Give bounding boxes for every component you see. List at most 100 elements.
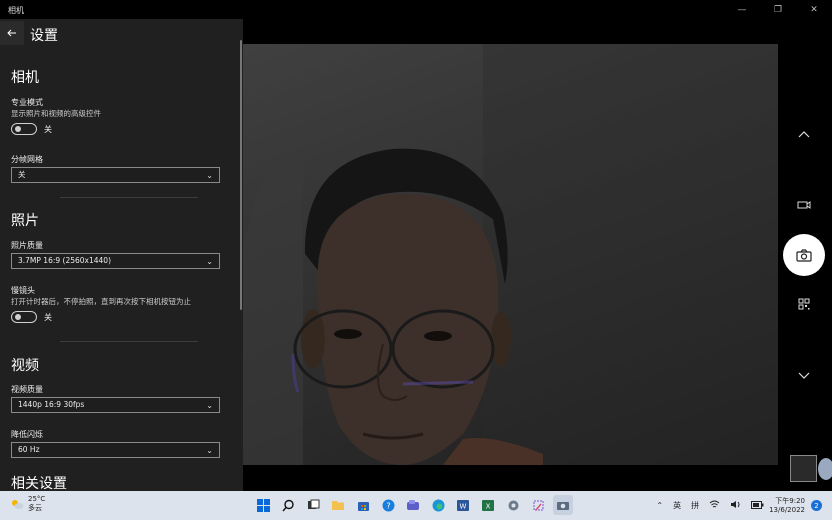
chevron-down-icon: ⌄ (206, 171, 213, 180)
photo-quality-label: 照片质量 (11, 241, 43, 250)
word-icon: W (457, 499, 469, 511)
svg-text:?: ? (386, 501, 390, 510)
gear-icon (508, 500, 518, 510)
camera-app-button[interactable] (553, 495, 573, 515)
battery-icon[interactable] (751, 500, 764, 511)
clock-date: 13/6/2022 (769, 505, 805, 514)
partly-cloudy-icon (12, 500, 24, 509)
system-tray: ⌃ 英 拼 下午9:20 13/6/2022 2 (651, 491, 832, 520)
divider (60, 197, 198, 198)
back-arrow-icon (7, 29, 16, 37)
wifi-icon[interactable] (709, 500, 720, 511)
chevron-down-icon: ⌄ (206, 401, 213, 410)
close-button[interactable]: ✕ (796, 0, 832, 19)
store-button[interactable] (353, 495, 373, 515)
photo-shutter-button[interactable] (783, 234, 825, 276)
photo-heading: 照片 (11, 213, 39, 229)
video-heading: 视频 (11, 358, 39, 374)
file-explorer-button[interactable] (328, 495, 348, 515)
person-in-preview (243, 44, 778, 465)
pro-mode-label: 专业模式 (11, 98, 43, 107)
start-button[interactable] (253, 495, 273, 515)
weather-widget[interactable]: 25°C 多云 (10, 495, 45, 513)
avatar[interactable] (818, 458, 832, 480)
ime-language[interactable]: 英 (673, 500, 681, 511)
chevron-down-icon: ⌄ (206, 446, 213, 455)
store-icon (357, 501, 369, 511)
task-view-icon (307, 499, 319, 509)
photo-quality-value: 3.7MP 16:9 (2560x1440) (18, 256, 111, 265)
chevron-down-icon (798, 372, 810, 379)
camera-icon (557, 502, 569, 510)
settings-scrollbar[interactable] (240, 40, 242, 310)
chevron-down-icon: ⌄ (206, 257, 213, 266)
timelapse-label: 慢镜头 (11, 286, 35, 295)
minimize-button[interactable]: — (724, 0, 760, 19)
pro-mode-desc: 显示照片和视频的高级控件 (11, 109, 101, 118)
chevron-up-icon (798, 131, 810, 138)
clock-time: 下午9:20 (775, 496, 805, 505)
flicker-value: 60 Hz (18, 445, 40, 454)
edge-icon (432, 499, 444, 511)
svg-text:X: X (486, 502, 491, 510)
video-mode-button[interactable] (795, 196, 813, 214)
photo-quality-select[interactable]: 3.7MP 16:9 (2560x1440) ⌄ (11, 253, 220, 269)
timelapse-toggle[interactable] (11, 311, 37, 323)
window-title: 相机 (8, 6, 24, 15)
weather-temp: 25°C (28, 495, 46, 503)
search-button[interactable] (278, 495, 298, 515)
settings-panel: 设置 相机 专业模式 显示照片和视频的高级控件 关 分帧网格 关 ⌄ 照片 照片… (0, 19, 243, 491)
camera-icon (796, 248, 812, 262)
window-controls: — ❐ ✕ (724, 0, 832, 19)
folder-icon (332, 501, 344, 510)
timelapse-desc: 打开计时器后，不停拍照，直到再次按下相机按钮为止 (11, 297, 191, 306)
volume-icon[interactable] (730, 500, 741, 511)
settings-title: 设置 (30, 28, 58, 44)
title-bar: 相机 — ❐ ✕ (0, 0, 832, 19)
expand-up-button[interactable] (795, 125, 813, 143)
scissors-icon (533, 500, 543, 510)
camera-preview (243, 44, 778, 465)
pro-mode-state: 关 (44, 125, 52, 134)
last-capture-thumbnail[interactable] (790, 455, 817, 482)
timelapse-state: 关 (44, 313, 52, 322)
weather-desc: 多云 (28, 504, 42, 512)
ime-mode[interactable]: 拼 (691, 500, 699, 511)
camera-heading: 相机 (11, 70, 39, 86)
search-icon (281, 499, 294, 511)
qr-scan-button[interactable] (795, 295, 813, 313)
video-camera-icon (797, 201, 811, 209)
edge-button[interactable] (428, 495, 448, 515)
settings-app-button[interactable] (503, 495, 523, 515)
notification-badge[interactable]: 2 (811, 500, 822, 511)
taskbar: 25°C 多云 ? W X ⌃ 英 拼 下午9:20 13/6/2022 2 (0, 491, 832, 520)
task-view-button[interactable] (303, 495, 323, 515)
qr-code-icon (798, 298, 810, 310)
back-button[interactable] (0, 21, 24, 45)
video-quality-value: 1440p 16:9 30fps (18, 400, 85, 409)
video-quality-label: 视频质量 (11, 385, 43, 394)
framing-grid-value: 关 (18, 170, 26, 179)
framing-grid-label: 分帧网格 (11, 155, 43, 164)
maximize-button[interactable]: ❐ (760, 0, 796, 19)
teams-icon (407, 499, 419, 510)
pro-mode-toggle[interactable] (11, 123, 37, 135)
video-quality-select[interactable]: 1440p 16:9 30fps ⌄ (11, 397, 220, 413)
help-button[interactable]: ? (378, 495, 398, 515)
flicker-select[interactable]: 60 Hz ⌄ (11, 442, 220, 458)
svg-text:W: W (460, 502, 467, 510)
snipping-tool-button[interactable] (528, 495, 548, 515)
help-icon: ? (382, 499, 394, 511)
framing-grid-select[interactable]: 关 ⌄ (11, 167, 220, 183)
windows-logo-icon (256, 498, 270, 512)
flicker-label: 降低闪烁 (11, 430, 43, 439)
show-hidden-icons[interactable]: ⌃ (656, 501, 663, 510)
clock[interactable]: 下午9:20 13/6/2022 (769, 497, 805, 515)
word-button[interactable]: W (453, 495, 473, 515)
taskbar-apps: ? W X (253, 495, 573, 515)
related-heading: 相关设置 (11, 476, 67, 491)
excel-button[interactable]: X (478, 495, 498, 515)
teams-button[interactable] (403, 495, 423, 515)
excel-icon: X (482, 499, 494, 511)
collapse-down-button[interactable] (795, 367, 813, 385)
